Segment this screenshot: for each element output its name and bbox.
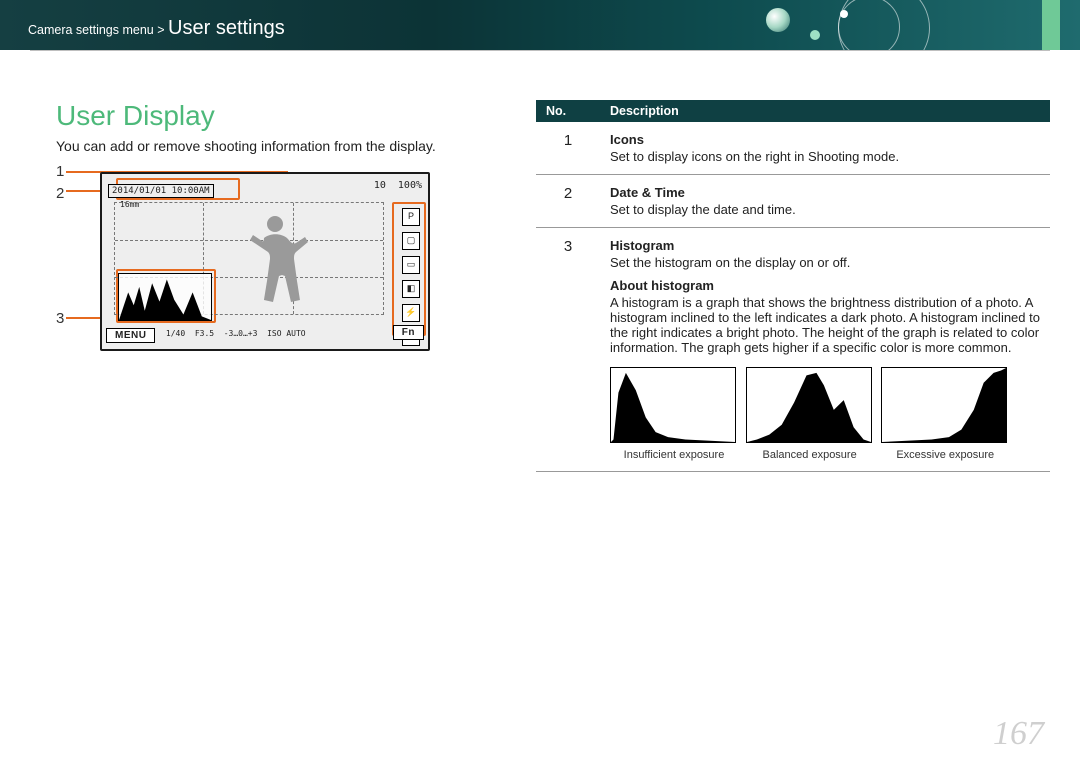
table-row: 2 Date & Time Set to display the date an… bbox=[536, 175, 1050, 228]
page-header: Camera settings menu > User settings bbox=[0, 0, 1080, 50]
histogram-excessive bbox=[881, 367, 1007, 443]
row-number: 2 bbox=[536, 175, 600, 228]
af-icon: ▢ bbox=[402, 232, 420, 250]
header-rule bbox=[30, 50, 1050, 51]
row-number: 1 bbox=[536, 122, 600, 175]
row-desc: Date & Time Set to display the date and … bbox=[600, 175, 1050, 228]
lcd-status: 1/40 F3.5 -3…0…+3 ISO AUTO bbox=[166, 329, 306, 338]
section-tab bbox=[1042, 0, 1060, 50]
callout-3: 3 bbox=[56, 311, 64, 326]
quality-icon: ◧ bbox=[402, 280, 420, 298]
lcd-top-right: 10 100% bbox=[374, 180, 422, 191]
camera-lcd-mock: 2014/01/01 10:00AM 10 100% 16mm P ▢ ▭ bbox=[100, 172, 430, 351]
row-desc: Histogram Set the histogram on the displ… bbox=[600, 228, 1050, 472]
menu-button-label: MENU bbox=[106, 328, 155, 343]
lcd-subject-silhouette bbox=[242, 210, 312, 310]
col-no: No. bbox=[536, 100, 600, 122]
lcd-bottom-bar: MENU 1/40 F3.5 -3…0…+3 ISO AUTO Fn bbox=[106, 325, 424, 345]
lcd-histogram bbox=[118, 273, 212, 321]
lcd-datetime: 2014/01/01 10:00AM bbox=[108, 184, 214, 198]
histogram-examples: Insufficient exposure Balanced exposure … bbox=[610, 361, 1040, 461]
header-decoration bbox=[700, 0, 960, 50]
hist-label: Excessive exposure bbox=[881, 449, 1009, 461]
breadcrumb-section: User settings bbox=[168, 17, 285, 39]
intro-text: You can add or remove shooting informati… bbox=[56, 138, 486, 154]
diagram-callout-numbers: 1 2 3 bbox=[56, 164, 64, 333]
histogram-insufficient bbox=[610, 367, 736, 443]
left-column: User Display You can add or remove shoot… bbox=[56, 100, 486, 472]
breadcrumb-sep: > bbox=[157, 23, 168, 37]
fn-button-label: Fn bbox=[393, 325, 424, 340]
manual-page: Camera settings menu > User settings Use… bbox=[0, 0, 1080, 765]
drive-icon: ▭ bbox=[402, 256, 420, 274]
callout-1: 1 bbox=[56, 164, 64, 179]
mode-icon: P bbox=[402, 208, 420, 226]
breadcrumb-root: Camera settings menu bbox=[28, 23, 154, 37]
hist-label: Insufficient exposure bbox=[610, 449, 738, 461]
lcd-topbar: 2014/01/01 10:00AM 10 100% bbox=[108, 180, 422, 196]
description-table: No. Description 1 Icons Set to display i… bbox=[536, 100, 1050, 472]
right-column: No. Description 1 Icons Set to display i… bbox=[536, 100, 1050, 472]
page-title: User Display bbox=[56, 100, 486, 132]
table-row: 3 Histogram Set the histogram on the dis… bbox=[536, 228, 1050, 472]
row-desc: Icons Set to display icons on the right … bbox=[600, 122, 1050, 175]
hist-label: Balanced exposure bbox=[746, 449, 874, 461]
page-number: 167 bbox=[993, 715, 1044, 753]
page-body: User Display You can add or remove shoot… bbox=[56, 100, 1050, 472]
col-desc: Description bbox=[600, 100, 1050, 122]
row-number: 3 bbox=[536, 228, 600, 472]
table-row: 1 Icons Set to display icons on the righ… bbox=[536, 122, 1050, 175]
flash-icon: ⚡ bbox=[402, 304, 420, 322]
breadcrumb: Camera settings menu > User settings bbox=[28, 17, 285, 40]
histogram-balanced bbox=[746, 367, 872, 443]
camera-display-diagram: 1 2 3 2014/01/01 10:00AM 10 100% bbox=[100, 172, 430, 351]
callout-2: 2 bbox=[56, 186, 64, 201]
